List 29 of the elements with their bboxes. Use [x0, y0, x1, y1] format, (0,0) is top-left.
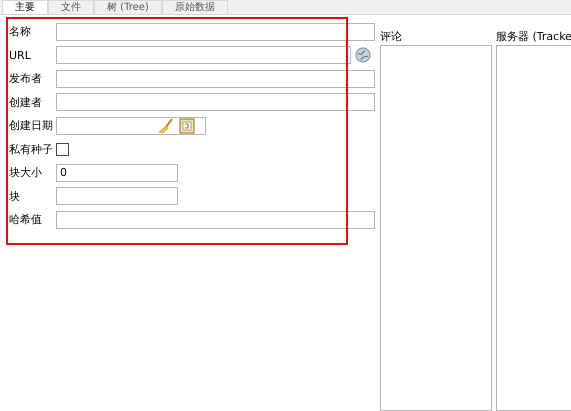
tab[interactable]: 主要	[2, 0, 48, 14]
globe-icon[interactable]	[355, 47, 371, 64]
url-field[interactable]	[56, 46, 351, 64]
field-label: 私有种子	[9, 142, 54, 157]
broom-icon[interactable]	[158, 118, 174, 134]
tracker-field[interactable]	[496, 45, 571, 411]
field-label: 发布者	[9, 71, 43, 86]
comment-label: 评论	[380, 29, 403, 45]
field-label: 哈希值	[9, 212, 43, 228]
text-field[interactable]	[56, 93, 375, 112]
comment-field[interactable]	[380, 45, 492, 411]
date-field[interactable]	[56, 116, 206, 135]
field-label: 名称	[9, 24, 32, 40]
text-field[interactable]	[56, 210, 375, 229]
text-field[interactable]	[56, 187, 178, 206]
checkbox[interactable]	[56, 142, 69, 156]
tab[interactable]: 原始数据	[162, 0, 228, 14]
field-label: 块大小	[9, 165, 43, 180]
text-field[interactable]: 0	[56, 164, 178, 182]
text-field[interactable]	[56, 70, 375, 88]
field-label: 创建日期	[9, 118, 54, 134]
field-label: URL	[9, 48, 32, 62]
field-label: 创建者	[9, 94, 43, 110]
text-field[interactable]	[56, 22, 375, 41]
tracker-label: 服务器 (Tracke	[496, 29, 571, 45]
tab[interactable]: 树 (Tree)	[94, 0, 162, 14]
tab[interactable]: 文件	[48, 0, 94, 14]
field-label: 块	[9, 188, 21, 204]
calendar-icon[interactable]	[179, 118, 195, 134]
